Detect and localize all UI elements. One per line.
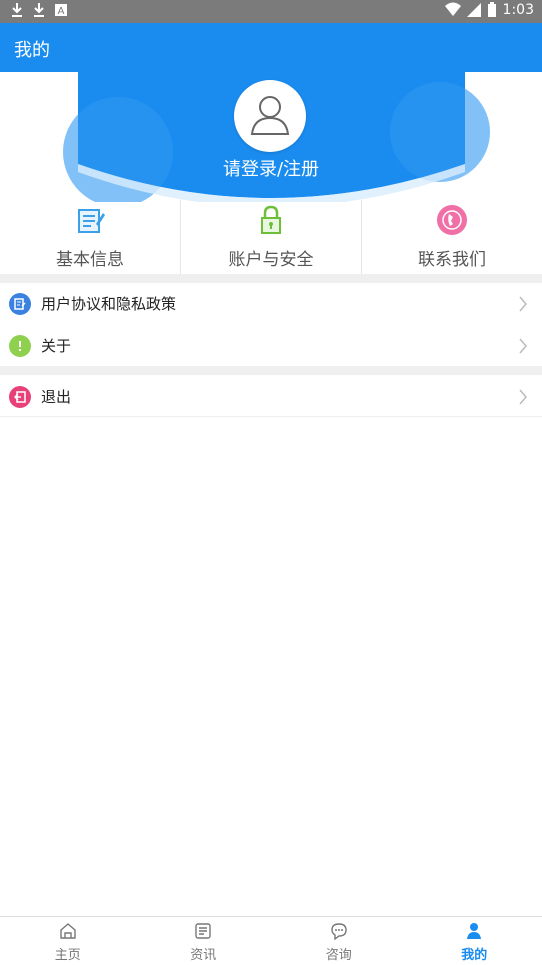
chevron-right-icon <box>518 296 528 312</box>
download-icon <box>10 2 24 18</box>
login-register-link[interactable]: 请登录/注册 <box>0 155 542 181</box>
download-icon <box>32 2 46 18</box>
contact-us-button[interactable]: 联系我们 <box>361 200 542 274</box>
tab-mine[interactable]: 我的 <box>407 917 542 965</box>
page-title: 我的 <box>14 36 50 62</box>
phone-icon <box>436 204 468 236</box>
logout-icon <box>9 386 31 408</box>
basic-info-label: 基本信息 <box>0 245 180 270</box>
battery-icon <box>487 2 497 18</box>
tab-label: 咨询 <box>271 944 407 963</box>
menu-item-logout[interactable]: 退出 <box>0 376 542 417</box>
tab-label: 资讯 <box>136 944 272 963</box>
chevron-right-icon <box>518 338 528 354</box>
chevron-right-icon <box>518 389 528 405</box>
tab-label: 主页 <box>0 944 136 963</box>
tab-news[interactable]: 资讯 <box>136 917 272 965</box>
svg-text:A: A <box>58 6 65 17</box>
info-icon <box>9 335 31 357</box>
contact-us-label: 联系我们 <box>362 245 542 270</box>
chat-icon <box>330 922 348 940</box>
tab-consult[interactable]: 咨询 <box>271 917 407 965</box>
status-time: 1:03 <box>503 2 534 18</box>
menu-item-user-agreement[interactable]: 用户协议和隐私政策 <box>0 283 542 324</box>
signal-icon <box>467 2 481 18</box>
lock-icon <box>255 204 287 236</box>
bottom-nav: 主页 资讯 咨询 我的 <box>0 916 542 965</box>
news-icon <box>194 922 212 940</box>
basic-info-button[interactable]: 基本信息 <box>0 200 180 274</box>
user-avatar-icon <box>250 94 290 136</box>
avatar[interactable] <box>234 80 306 152</box>
account-security-label: 账户与安全 <box>181 245 361 270</box>
section-divider <box>0 366 542 375</box>
quick-actions: 基本信息 账户与安全 联系我们 <box>0 200 542 274</box>
menu-item-label: 退出 <box>41 386 71 407</box>
list-divider <box>0 416 542 417</box>
menu-item-label: 用户协议和隐私政策 <box>41 293 176 314</box>
menu-item-label: 关于 <box>41 335 71 356</box>
document-icon <box>9 293 31 315</box>
user-icon <box>465 922 483 940</box>
status-bar: A 1:03 <box>0 0 542 23</box>
app-bar: 我的 <box>0 23 542 72</box>
tab-label: 我的 <box>407 944 542 963</box>
tab-home[interactable]: 主页 <box>0 917 136 965</box>
notification-a-icon: A <box>54 2 68 18</box>
edit-document-icon <box>74 204 106 236</box>
section-divider <box>0 274 542 283</box>
menu-item-about[interactable]: 关于 <box>0 325 542 366</box>
home-icon <box>59 922 77 940</box>
wifi-icon <box>445 2 461 18</box>
account-security-button[interactable]: 账户与安全 <box>180 200 361 274</box>
